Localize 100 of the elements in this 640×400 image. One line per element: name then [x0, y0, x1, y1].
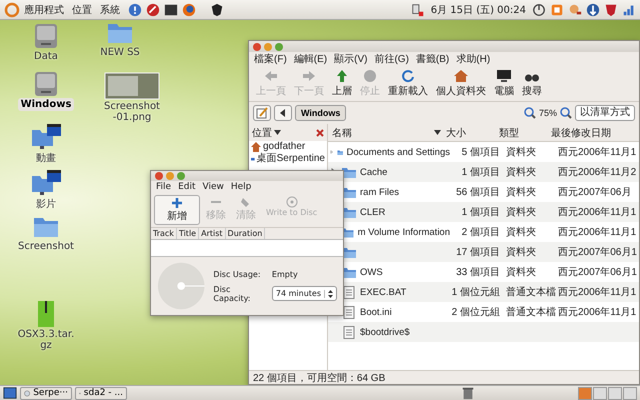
sidebar-item[interactable]: 桌面Serpentine	[256, 153, 325, 165]
column-header[interactable]: Duration	[226, 228, 266, 239]
icon-label[interactable]: 動畫	[33, 150, 59, 166]
toolbar-button[interactable]: 新增	[154, 195, 200, 225]
column-header[interactable]: 類型	[495, 126, 547, 140]
column-header[interactable]: Artist	[199, 228, 226, 239]
file-name[interactable]: m Volume Information	[358, 226, 450, 238]
arrow-icon	[301, 69, 317, 83]
disc-usage-chart	[157, 261, 206, 311]
icon-label[interactable]: 影片	[33, 196, 59, 212]
table-cell: 西元2006年11月1	[558, 227, 636, 238]
menu-item[interactable]: 編輯(E)	[294, 52, 328, 66]
scroll-left-button[interactable]	[274, 105, 292, 121]
zoom-out-icon[interactable]	[524, 107, 536, 119]
expander-icon[interactable]	[330, 148, 334, 156]
panel-menu[interactable]: 系統	[100, 2, 120, 16]
menu-item[interactable]: 顯示(V)	[334, 52, 368, 66]
table-cell: 西元2006年11月2	[558, 167, 636, 178]
table-cell: 資料夾	[506, 187, 536, 198]
table-cell: 普通文本檔	[506, 307, 556, 318]
file-name[interactable]: Boot.ini	[360, 306, 392, 318]
update-icon[interactable]	[586, 2, 600, 16]
icon-label[interactable]: OSX3.3.tar.gz	[14, 328, 78, 352]
signal-icon[interactable]	[622, 2, 636, 16]
table-cell: 西元2006年11月1	[558, 287, 636, 298]
help-icon[interactable]	[128, 2, 142, 16]
no-entry-icon[interactable]	[146, 2, 160, 16]
table-cell: 2 個位元組	[452, 307, 500, 318]
toolbar-button[interactable]: 個人資料夾	[433, 68, 489, 99]
menu-item[interactable]: 檔案(F)	[254, 52, 287, 66]
column-header[interactable]: 大小	[442, 126, 495, 140]
file-name[interactable]: OWS	[360, 266, 383, 278]
icon-label[interactable]: NEW SS	[97, 46, 143, 59]
table-cell: 西元2006年11月1	[558, 307, 636, 318]
file-name[interactable]: Cache	[360, 166, 388, 178]
file-name[interactable]: CLER	[360, 206, 386, 218]
clock[interactable]: 6月 15日 (五) 00:24	[430, 2, 526, 16]
menu-item[interactable]: 求助(H)	[456, 52, 490, 66]
disc-icon	[286, 196, 298, 208]
table-cell: 資料夾	[506, 267, 536, 278]
column-header[interactable]: 最後修改日期	[547, 126, 639, 140]
zoom-in-icon[interactable]	[560, 107, 572, 119]
panel-menu[interactable]: 應用程式	[24, 2, 64, 16]
toolbar-button[interactable]: 電腦	[491, 68, 517, 99]
icon-label[interactable]: Data	[31, 50, 61, 63]
menu-item[interactable]: File	[156, 182, 172, 192]
toolbar-button[interactable]: 搜尋	[519, 68, 545, 99]
icon-label[interactable]: Windows	[18, 98, 74, 111]
image-thumbnail[interactable]	[104, 72, 160, 100]
sidebar-item[interactable]: godfather	[263, 141, 306, 153]
firefox-icon[interactable]	[182, 2, 196, 16]
menu-item[interactable]: Edit	[178, 182, 196, 192]
table-cell: 西元2007年06月1	[558, 247, 637, 258]
plus-icon	[171, 197, 183, 209]
taskbar-button[interactable]: Serpe···	[20, 386, 72, 400]
archive-icon[interactable]	[35, 300, 57, 328]
menu-item[interactable]: View	[202, 182, 224, 192]
taskbar-button[interactable]: sda2 - ...	[75, 386, 127, 400]
show-desktop-icon[interactable]	[3, 386, 17, 400]
menu-item[interactable]: Help	[230, 182, 252, 192]
table-cell: 資料夾	[506, 207, 536, 218]
document-icon	[341, 326, 357, 338]
table-cell: 17 個項目	[456, 247, 500, 258]
column-header[interactable]: Title	[176, 228, 200, 239]
table-cell: 資料夾	[506, 227, 536, 238]
shield-icon[interactable]	[210, 2, 224, 16]
monitor-icon	[496, 69, 512, 83]
file-name[interactable]: ram Files	[360, 186, 400, 198]
table-cell: 西元2006年11月1	[558, 207, 636, 218]
video-folder-icon[interactable]	[29, 122, 63, 150]
menu-item[interactable]: 前往(G)	[374, 52, 409, 66]
column-header[interactable]: 名稱	[328, 126, 442, 140]
column-header[interactable]: Track	[151, 228, 177, 239]
table-cell: 5 個項目	[462, 147, 500, 158]
panel-menu[interactable]: 位置	[72, 2, 92, 16]
toolbar-button[interactable]: 上層	[329, 68, 355, 99]
menu-item[interactable]: 書籤(B)	[416, 52, 450, 66]
capacity-dropdown[interactable]: 74 minutes	[272, 286, 337, 301]
trash-icon[interactable]	[461, 386, 475, 400]
house-icon	[251, 142, 261, 152]
sort-caret-icon[interactable]	[434, 130, 441, 135]
file-name[interactable]: $bootdrive$	[360, 326, 410, 338]
video-folder-icon[interactable]	[29, 168, 63, 196]
logo-icon[interactable]	[4, 2, 20, 18]
file-name[interactable]: Documents and Settings	[346, 146, 450, 158]
caret-icon[interactable]	[274, 130, 281, 135]
icon-label[interactable]: Screenshot-01.png	[100, 100, 164, 124]
view-mode-dropdown[interactable]: 以清單方式	[575, 105, 635, 121]
terminal-icon[interactable]	[164, 2, 178, 16]
table-cell: 33 個項目	[456, 267, 500, 278]
path-button[interactable]: Windows	[295, 105, 346, 121]
icon-label[interactable]: Screenshot	[15, 240, 77, 253]
stop-icon	[362, 69, 378, 83]
power-icon[interactable]	[532, 2, 546, 16]
zoom-level: 75%	[538, 108, 557, 118]
file-name[interactable]: EXEC.BAT	[360, 286, 406, 298]
toolbar-button[interactable]: 重新載入	[385, 68, 431, 99]
edit-location-button[interactable]	[253, 105, 271, 121]
close-icon[interactable]	[316, 128, 324, 136]
broom-icon	[240, 196, 252, 208]
